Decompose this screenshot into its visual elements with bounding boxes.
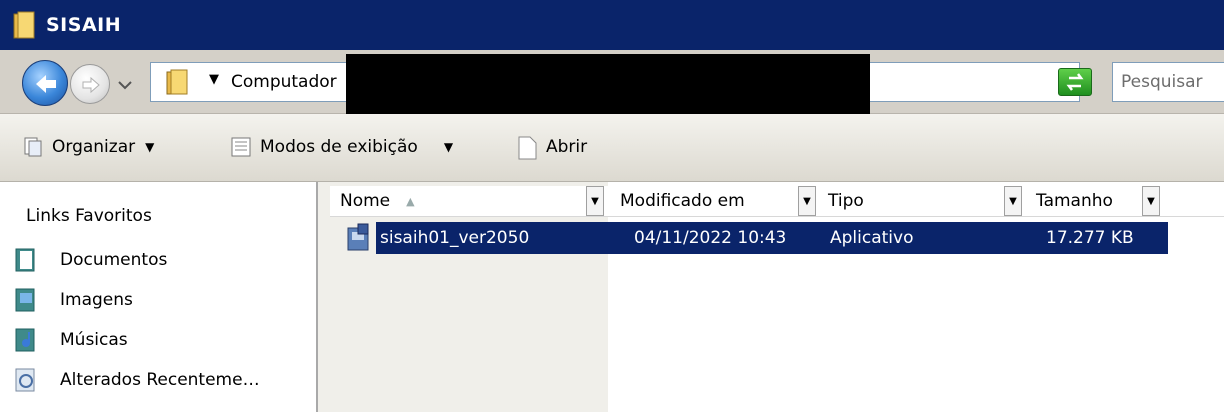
file-modified: 04/11/2022 10:43 [634,228,787,248]
sort-ascending-icon: ▲ [406,194,415,208]
column-filter-dropdown[interactable]: ▼ [586,186,604,216]
sidebar-item-imagens[interactable]: Imagens [14,288,133,312]
views-button[interactable]: Modos de exibição ▼ [230,136,453,158]
documents-icon [14,248,38,272]
sidebar-item-recentes[interactable]: Alterados Recenteme… [14,368,260,392]
navigation-pane: Links Favoritos Documentos Imagens Músic… [0,182,318,412]
header-divider [330,216,1224,217]
open-label: Abrir [546,137,588,157]
arrow-right-icon [82,76,100,94]
column-header-tamanho[interactable]: Tamanho [1026,186,1136,216]
organize-icon [22,136,44,158]
document-icon [516,136,538,160]
file-size: 17.277 KB [1046,228,1134,248]
column-header-label: Tamanho [1036,191,1113,211]
refresh-button[interactable] [1058,68,1092,96]
sidebar-item-label: Músicas [60,330,128,350]
back-button[interactable] [22,60,68,106]
favorites-title: Links Favoritos [26,206,152,226]
sidebar-item-documentos[interactable]: Documentos [14,248,167,272]
recent-icon [14,368,38,392]
sidebar-item-label: Alterados Recenteme… [60,370,260,390]
file-name: sisaih01_ver2050 [380,228,530,248]
column-header-label: Modificado em [620,191,745,211]
column-header-tipo[interactable]: Tipo [818,186,998,216]
chevron-down-icon: ▼ [443,140,454,154]
sidebar-item-label: Imagens [60,290,133,310]
refresh-icon [1066,73,1084,91]
arrow-left-icon [36,75,56,93]
column-filter-dropdown[interactable]: ▼ [798,186,816,216]
search-placeholder: Pesquisar [1121,72,1203,92]
file-row[interactable]: sisaih01_ver2050 04/11/2022 10:43 Aplica… [376,222,1168,254]
file-type: Aplicativo [830,228,914,248]
folder-icon [12,10,38,40]
column-filter-dropdown[interactable]: ▼ [1004,186,1022,216]
forward-button[interactable] [70,64,110,104]
column-filter-dropdown[interactable]: ▼ [1142,186,1160,216]
views-label: Modos de exibição [260,137,418,157]
history-dropdown[interactable] [116,76,134,94]
folder-icon [165,69,191,97]
open-button[interactable]: Abrir [516,136,588,160]
organize-button[interactable]: Organizar ▼ [22,136,154,158]
column-headers: Nome ▲ ▼ Modificado em ▼ Tipo ▼ Tamanho … [330,186,1224,216]
pictures-icon [14,288,38,312]
breadcrumb-arrow-icon[interactable]: ▼ [209,72,219,87]
chevron-down-icon [118,81,132,90]
sidebar-item-musicas[interactable]: Músicas [14,328,128,352]
title-bar: SISAIH [0,0,1224,50]
application-icon [344,222,374,254]
search-input[interactable]: Pesquisar [1112,62,1224,102]
music-icon [14,328,38,352]
chevron-down-icon: ▼ [145,140,155,154]
redacted-area [346,54,870,114]
column-header-modificado[interactable]: Modificado em [610,186,790,216]
organize-label: Organizar [52,137,136,157]
window-title: SISAIH [46,14,122,36]
column-header-label: Tipo [828,191,864,211]
views-icon [230,136,252,158]
column-header-label: Nome [340,191,391,211]
sidebar-item-label: Documentos [60,250,168,270]
breadcrumb-computer[interactable]: Computador [231,72,337,92]
column-header-nome[interactable]: Nome ▲ [330,186,580,216]
command-bar: Organizar ▼ Modos de exibição ▼ Abrir [0,114,1224,182]
